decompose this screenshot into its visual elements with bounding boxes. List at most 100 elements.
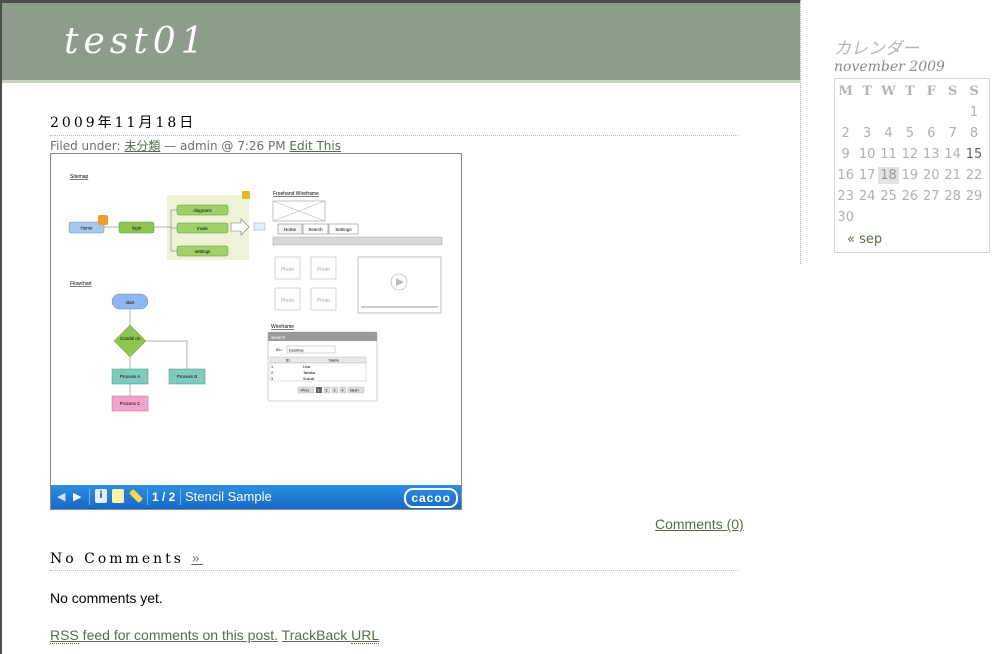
- sidebar-calendar-title: カレンダー: [834, 39, 919, 59]
- wireframe-heading: Wireframe: [271, 324, 294, 330]
- post-byline: — admin @ 7:26 PM: [164, 139, 286, 153]
- trackback-text: TrackBack: [281, 627, 352, 643]
- calendar-day: 8: [969, 126, 979, 141]
- prev-page-icon[interactable]: ◀: [57, 490, 65, 503]
- sidebar-divider: [800, 0, 801, 264]
- calendar-empty-cell: [899, 207, 920, 228]
- photo-placeholder-label: Photo: [317, 267, 330, 273]
- sitemap-node-login-label: login: [132, 226, 142, 231]
- photo-placeholder-label: Photo: [281, 298, 294, 304]
- embed-toolbar: ◀ ▶ i 1 / 2 Stencil Sample cacoo: [51, 485, 461, 509]
- calendar-empty-cell: [856, 102, 877, 123]
- flow-node-condition: [113, 324, 147, 358]
- sheets-icon[interactable]: [112, 489, 124, 503]
- wireframe-pager-item: Next>: [350, 389, 359, 393]
- toolbar-separator: [180, 489, 181, 505]
- calendar-day: 25: [880, 189, 897, 204]
- wireframe-cell: 3: [271, 377, 273, 381]
- category-link[interactable]: 未分類: [124, 139, 160, 153]
- post-date: 2009年11月18日: [50, 112, 738, 136]
- calendar-day: 13: [922, 147, 940, 162]
- calendar: M T W T F S S 1 2 3 4 5 6 7 8 9 10 11 12 13 14 15 16 17 1…: [834, 78, 990, 253]
- site-title[interactable]: test01: [64, 21, 209, 62]
- filed-under-label: Filed under:: [50, 139, 121, 153]
- comments-anchor-link[interactable]: »: [191, 551, 203, 567]
- calendar-empty-cell: [878, 207, 899, 228]
- diagram-title: Stencil Sample: [185, 489, 272, 504]
- wireframe-cell: Lisa: [303, 365, 311, 369]
- calendar-day: 5: [905, 126, 914, 141]
- rss-comments-link[interactable]: RSS feed for comments on this post.: [50, 627, 278, 644]
- site-header: test01: [2, 3, 800, 83]
- calendar-empty-cell: [921, 102, 942, 123]
- calendar-day: 16: [837, 168, 854, 183]
- wireframe-cell: 2: [271, 371, 273, 375]
- weekday-header: M: [838, 84, 853, 99]
- photo-placeholder-label: Photo: [281, 267, 294, 273]
- calendar-prev-month-link[interactable]: « sep: [847, 232, 882, 247]
- wireframe-pager-item: 3: [334, 389, 336, 393]
- freehand-tab-search: Search: [308, 227, 323, 232]
- calendar-day: 20: [922, 168, 940, 183]
- calendar-day: 7: [948, 126, 957, 141]
- sitemap-node-diagrams-label: diagrams: [193, 208, 212, 213]
- wireframe-pager-item: 1: [318, 389, 320, 393]
- calendar-day: 19: [901, 168, 919, 183]
- calendar-day: 9: [841, 147, 850, 162]
- calendar-day: 2: [841, 126, 850, 141]
- calendar-empty-cell: [878, 102, 899, 123]
- wireframe-pager-item: 2: [326, 389, 328, 393]
- calendar-days: 1 2 3 4 5 6 7 8 9 10 11 12 13 14 15 16 17 18 19 20 21 22 23 24 2…: [835, 102, 985, 228]
- freehand-tab-home: Home: [284, 227, 297, 232]
- calendar-today: 18: [878, 167, 899, 184]
- comments-heading: No Comments »: [50, 551, 738, 571]
- url-abbr: URL: [351, 627, 380, 644]
- calendar-week-row: 30: [835, 207, 985, 228]
- cacoo-embed[interactable]: Sitemap Home login diagrams invite setti…: [50, 153, 462, 510]
- comments-heading-text: No Comments: [50, 551, 184, 567]
- calendar-day: 29: [965, 189, 983, 204]
- rss-icon: [98, 215, 108, 225]
- flow-node-process-c-label: Process C: [120, 401, 142, 406]
- flow-node-process-b-label: Process B: [177, 374, 198, 379]
- rss-abbr: RSS: [50, 627, 79, 644]
- wireframe-pager-item: <Prev: [300, 389, 309, 393]
- calendar-day: 17: [858, 168, 876, 183]
- calendar-day: 4: [884, 126, 893, 141]
- wireframe-select-value: Desktop: [289, 348, 304, 353]
- calendar-day: 28: [944, 189, 961, 204]
- mail-icon: [253, 222, 266, 231]
- wireframe-cell: Suzuki: [303, 377, 315, 381]
- cacoo-logo[interactable]: cacoo: [404, 488, 458, 508]
- info-icon[interactable]: i: [95, 489, 107, 503]
- calendar-weekday-row: M T W T F S S: [835, 81, 985, 102]
- wireframe-cell: Tanaka: [303, 371, 316, 375]
- calendar-day[interactable]: 15: [963, 144, 984, 165]
- post-footer-links: RSS feed for comments on this post. Trac…: [50, 627, 380, 644]
- post-meta: Filed under: 未分類 — admin @ 7:26 PM Edit …: [50, 137, 341, 154]
- calendar-caption: november 2009: [834, 59, 945, 75]
- toolbar-separator: [89, 489, 90, 505]
- calendar-day: 3: [862, 126, 872, 141]
- comments-link[interactable]: Comments (0): [655, 516, 744, 532]
- next-page-icon[interactable]: ▶: [73, 490, 81, 503]
- weekday-header: T: [862, 84, 872, 99]
- flow-node-start-label: start: [126, 300, 136, 305]
- calendar-empty-cell: [856, 207, 877, 228]
- calendar-empty-cell: [963, 207, 984, 228]
- pencil-icon[interactable]: [128, 488, 144, 504]
- calendar-day: 10: [858, 147, 876, 162]
- weekday-header: F: [926, 84, 936, 99]
- flow-node-process-a-label: Process A: [120, 374, 140, 379]
- calendar-week-row: 23 24 25 26 27 28 29: [835, 186, 985, 207]
- wireframe-select-label: ID=: [276, 347, 283, 352]
- photo-placeholder-label: Photo: [317, 298, 330, 304]
- calendar-grid: M T W T F S S 1 2 3 4 5 6 7 8 9 10 11 12 13 14 15 16 17 1…: [835, 81, 985, 228]
- wireframe-col-name: Name: [329, 359, 339, 363]
- calendar-day: 14: [944, 147, 961, 162]
- sitemap-node-home-label: Home: [80, 226, 93, 231]
- trackback-link[interactable]: TrackBack URL: [282, 627, 380, 644]
- edit-post-link[interactable]: Edit This: [289, 139, 341, 153]
- flow-node-condition-label: Conditi on: [120, 336, 141, 341]
- weekday-header: T: [905, 84, 915, 99]
